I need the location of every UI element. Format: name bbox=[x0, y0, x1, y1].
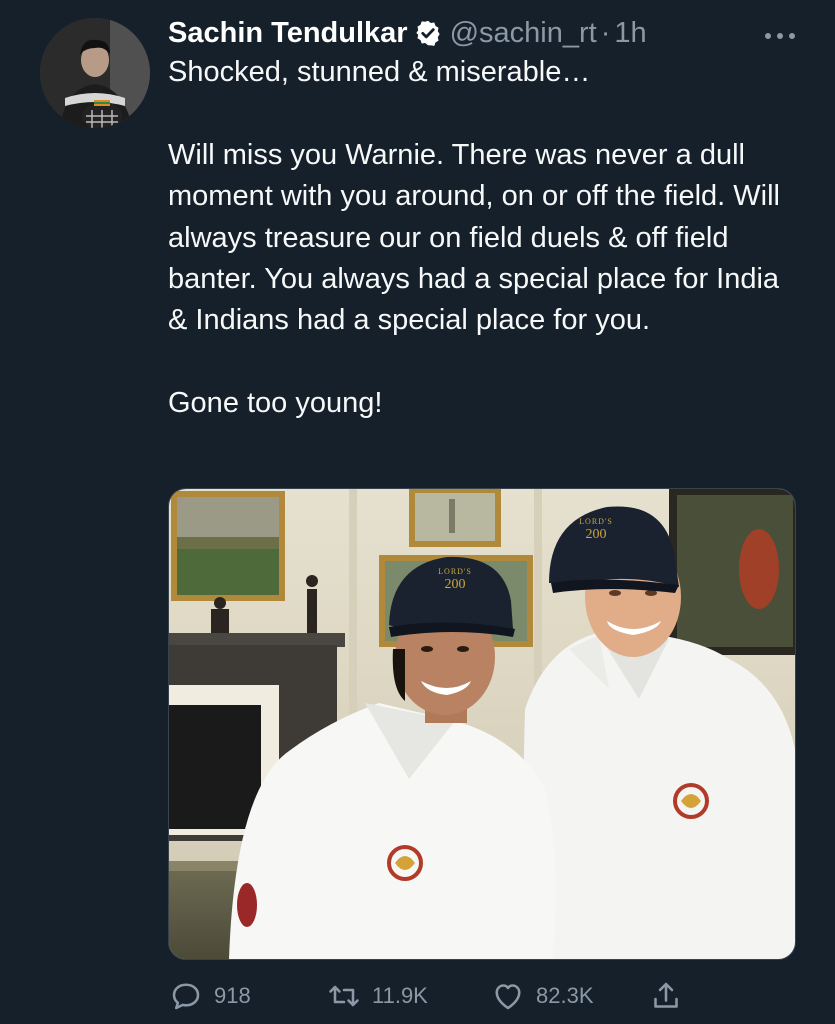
reply-count: 918 bbox=[214, 983, 251, 1008]
retweet-button[interactable]: 11.9K bbox=[326, 972, 428, 1020]
author-avatar[interactable] bbox=[40, 18, 150, 128]
cap-arc-text-left: LORD'S bbox=[438, 567, 472, 576]
tweet-text: Shocked, stunned & miserable… Will miss … bbox=[168, 52, 793, 425]
heart-icon bbox=[495, 984, 521, 1010]
photo-illustration bbox=[169, 489, 795, 959]
cap-arc-text-right: LORD'S bbox=[579, 517, 613, 526]
tweet-header: Sachin Tendulkar @sachin_rt · 1h bbox=[168, 14, 798, 52]
separator-dot: · bbox=[600, 16, 611, 49]
more-options-icon[interactable] bbox=[760, 24, 800, 48]
reply-icon bbox=[172, 983, 200, 1010]
tweet-text-line-1: Shocked, stunned & miserable… bbox=[168, 56, 591, 88]
tweet-timestamp[interactable]: 1h bbox=[614, 17, 646, 50]
share-button[interactable] bbox=[648, 972, 684, 1020]
retweet-count: 11.9K bbox=[372, 983, 428, 1008]
verified-badge-icon bbox=[414, 19, 442, 47]
tweet-text-paragraph-3: Gone too young! bbox=[168, 387, 383, 420]
tweet[interactable]: Sachin Tendulkar @sachin_rt · 1h Shocked… bbox=[0, 0, 835, 1024]
retweet-icon bbox=[329, 985, 359, 1007]
cap-badge-left: 200 bbox=[444, 577, 466, 592]
tweet-photo[interactable]: LORD'S 200 LORD'S 200 bbox=[168, 488, 796, 960]
cap-badge-right: 200 bbox=[585, 527, 607, 542]
author-name[interactable]: Sachin Tendulkar bbox=[168, 17, 408, 50]
tweet-action-bar: 918 11.9K 82.3K bbox=[168, 972, 688, 1020]
like-button[interactable]: 82.3K bbox=[490, 972, 594, 1020]
share-icon bbox=[654, 982, 678, 1008]
tweet-text-paragraph-2: Will miss you Warnie. There was never a … bbox=[168, 138, 780, 337]
author-handle[interactable]: @sachin_rt bbox=[450, 17, 597, 50]
like-count: 82.3K bbox=[536, 983, 594, 1008]
tweet-content: Sachin Tendulkar @sachin_rt · 1h Shocked… bbox=[168, 14, 798, 425]
reply-button[interactable]: 918 bbox=[168, 972, 251, 1020]
avatar-photo bbox=[40, 18, 150, 128]
